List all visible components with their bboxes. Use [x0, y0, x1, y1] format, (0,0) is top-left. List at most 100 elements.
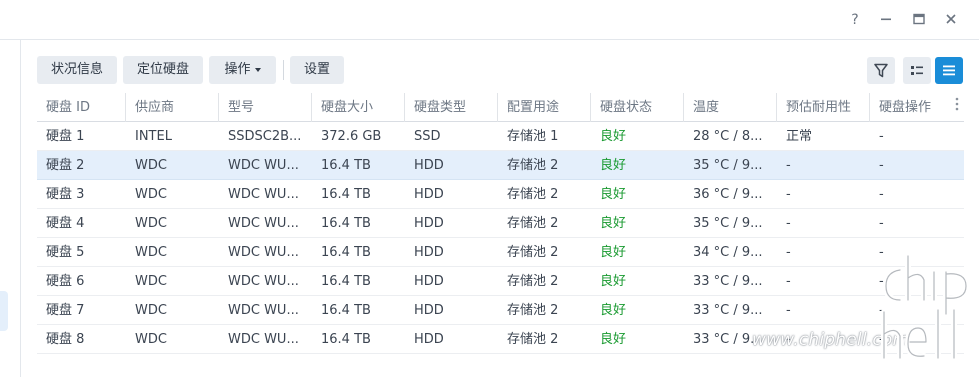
cell-type: HDD: [414, 245, 444, 260]
minimize-icon[interactable]: [875, 9, 897, 31]
cell-usage: 存储池 2: [507, 245, 559, 260]
chiphell-logo: [881, 253, 969, 361]
column-header-temperature[interactable]: 温度: [684, 93, 777, 122]
status-info-button[interactable]: 状况信息: [37, 56, 117, 84]
locate-disk-button[interactable]: 定位硬盘: [123, 56, 203, 84]
cell-vendor: WDC: [135, 158, 167, 173]
cell-type: HDD: [414, 274, 444, 289]
cell-disk-id: 硬盘 2: [46, 158, 85, 173]
cell-status: 良好: [600, 187, 627, 202]
cell-status: 良好: [600, 216, 627, 231]
cell-endurance: -: [786, 274, 791, 289]
cell-model: SSDSC2B...: [228, 129, 302, 144]
column-header-size[interactable]: 硬盘大小: [312, 93, 405, 122]
cell-vendor: WDC: [135, 187, 167, 202]
column-header-vendor[interactable]: 供应商: [126, 93, 219, 122]
column-menu-icon[interactable]: [949, 93, 964, 122]
settings-button[interactable]: 设置: [290, 56, 344, 84]
table-row[interactable]: 硬盘 1 INTEL SSDSC2B... 372.6 GB SSD 存储池 1 良好 28 …: [37, 122, 964, 151]
cell-model: WDC WU...: [228, 245, 299, 260]
column-header-status[interactable]: 硬盘状态: [591, 93, 684, 122]
table-row[interactable]: 硬盘 4 WDC WDC WU... 16.4 TB HDD 存储池 2 良好 35 °C /…: [37, 209, 964, 238]
cell-vendor: WDC: [135, 245, 167, 260]
sidebar-selected-item[interactable]: [0, 291, 8, 331]
cell-disk-id: 硬盘 7: [46, 303, 85, 318]
table-row[interactable]: 硬盘 3 WDC WDC WU... 16.4 TB HDD 存储池 2 良好 36 °C /…: [37, 180, 964, 209]
cell-usage: 存储池 2: [507, 303, 559, 318]
cell-usage: 存储池 1: [507, 129, 559, 144]
action-label: 操作: [224, 62, 251, 77]
cell-usage: 存储池 2: [507, 332, 559, 347]
list-view-icon: [943, 65, 955, 76]
cell-status: 良好: [600, 245, 627, 260]
cell-vendor: WDC: [135, 332, 167, 347]
filter-icon: [874, 63, 888, 78]
cell-size: 16.4 TB: [321, 216, 371, 231]
cell-temperature: 36 °C / 9...: [693, 187, 763, 202]
cell-endurance: -: [786, 303, 791, 318]
cell-size: 16.4 TB: [321, 158, 371, 173]
cell-model: WDC WU...: [228, 187, 299, 202]
sidebar: [0, 40, 21, 377]
close-icon[interactable]: [940, 9, 962, 31]
column-header-disk-action[interactable]: 硬盘操作: [870, 93, 949, 122]
cell-size: 16.4 TB: [321, 245, 371, 260]
column-header-model[interactable]: 型号: [219, 93, 312, 122]
cell-model: WDC WU...: [228, 274, 299, 289]
cell-endurance: -: [786, 216, 791, 231]
cell-type: HDD: [414, 187, 444, 202]
column-header-usage[interactable]: 配置用途: [498, 93, 591, 122]
list-view-button[interactable]: [935, 57, 963, 84]
table-row[interactable]: 硬盘 2 WDC WDC WU... 16.4 TB HDD 存储池 2 良好 35 °C /…: [37, 151, 964, 180]
help-icon[interactable]: ?: [844, 9, 866, 31]
cell-size: 16.4 TB: [321, 187, 371, 202]
cell-type: HDD: [414, 332, 444, 347]
cell-temperature: 35 °C / 9...: [693, 216, 763, 231]
filter-button[interactable]: [867, 57, 895, 84]
cell-disk-action: -: [879, 129, 884, 144]
cell-disk-action: -: [879, 158, 884, 173]
cell-disk-id: 硬盘 8: [46, 332, 85, 347]
table-row[interactable]: 硬盘 7 WDC WDC WU... 16.4 TB HDD 存储池 2 良好 33 °C /…: [37, 296, 964, 325]
cell-type: HDD: [414, 216, 444, 231]
column-header-disk-id[interactable]: 硬盘 ID: [37, 93, 126, 122]
cell-disk-id: 硬盘 4: [46, 216, 85, 231]
cell-endurance: 正常: [786, 129, 813, 144]
table-row[interactable]: 硬盘 6 WDC WDC WU... 16.4 TB HDD 存储池 2 良好 33 °C /…: [37, 267, 964, 296]
cell-disk-id: 硬盘 1: [46, 129, 85, 144]
cell-type: HDD: [414, 158, 444, 173]
caret-down-icon: [254, 67, 261, 72]
column-header-endurance[interactable]: 预估耐用性: [777, 93, 870, 122]
cell-usage: 存储池 2: [507, 187, 559, 202]
cell-size: 372.6 GB: [321, 129, 382, 144]
cell-usage: 存储池 2: [507, 216, 559, 231]
cell-status: 良好: [600, 303, 627, 318]
detail-view-button[interactable]: [903, 57, 931, 84]
cell-temperature: 33 °C / 9...: [693, 303, 763, 318]
cell-endurance: -: [786, 245, 791, 260]
cell-usage: 存储池 2: [507, 158, 559, 173]
cell-size: 16.4 TB: [321, 332, 371, 347]
cell-disk-id: 硬盘 3: [46, 187, 85, 202]
table-header: 硬盘 ID 供应商 型号 硬盘大小 硬盘类型 配置用途 硬盘状态 温度 预估耐用…: [37, 93, 964, 122]
detail-view-icon: [911, 66, 923, 75]
cell-temperature: 28 °C / 8...: [693, 129, 763, 144]
cell-type: HDD: [414, 303, 444, 318]
cell-endurance: -: [786, 187, 791, 202]
table-row[interactable]: 硬盘 5 WDC WDC WU... 16.4 TB HDD 存储池 2 良好 34 °C /…: [37, 238, 964, 267]
cell-temperature: 35 °C / 9...: [693, 158, 763, 173]
table-body: 硬盘 1 INTEL SSDSC2B... 372.6 GB SSD 存储池 1 良好 28 …: [37, 122, 964, 354]
disk-table: 硬盘 ID 供应商 型号 硬盘大小 硬盘类型 配置用途 硬盘状态 温度 预估耐用…: [37, 93, 964, 354]
cell-endurance: -: [786, 158, 791, 173]
toolbar-divider: [283, 60, 284, 80]
cell-disk-action: -: [879, 216, 884, 231]
cell-vendor: INTEL: [135, 129, 172, 144]
cell-size: 16.4 TB: [321, 274, 371, 289]
cell-disk-id: 硬盘 6: [46, 274, 85, 289]
cell-vendor: WDC: [135, 274, 167, 289]
cell-model: WDC WU...: [228, 332, 299, 347]
cell-disk-action: -: [879, 187, 884, 202]
column-header-type[interactable]: 硬盘类型: [405, 93, 498, 122]
maximize-icon[interactable]: [908, 9, 930, 31]
action-dropdown-button[interactable]: 操作: [209, 56, 276, 84]
